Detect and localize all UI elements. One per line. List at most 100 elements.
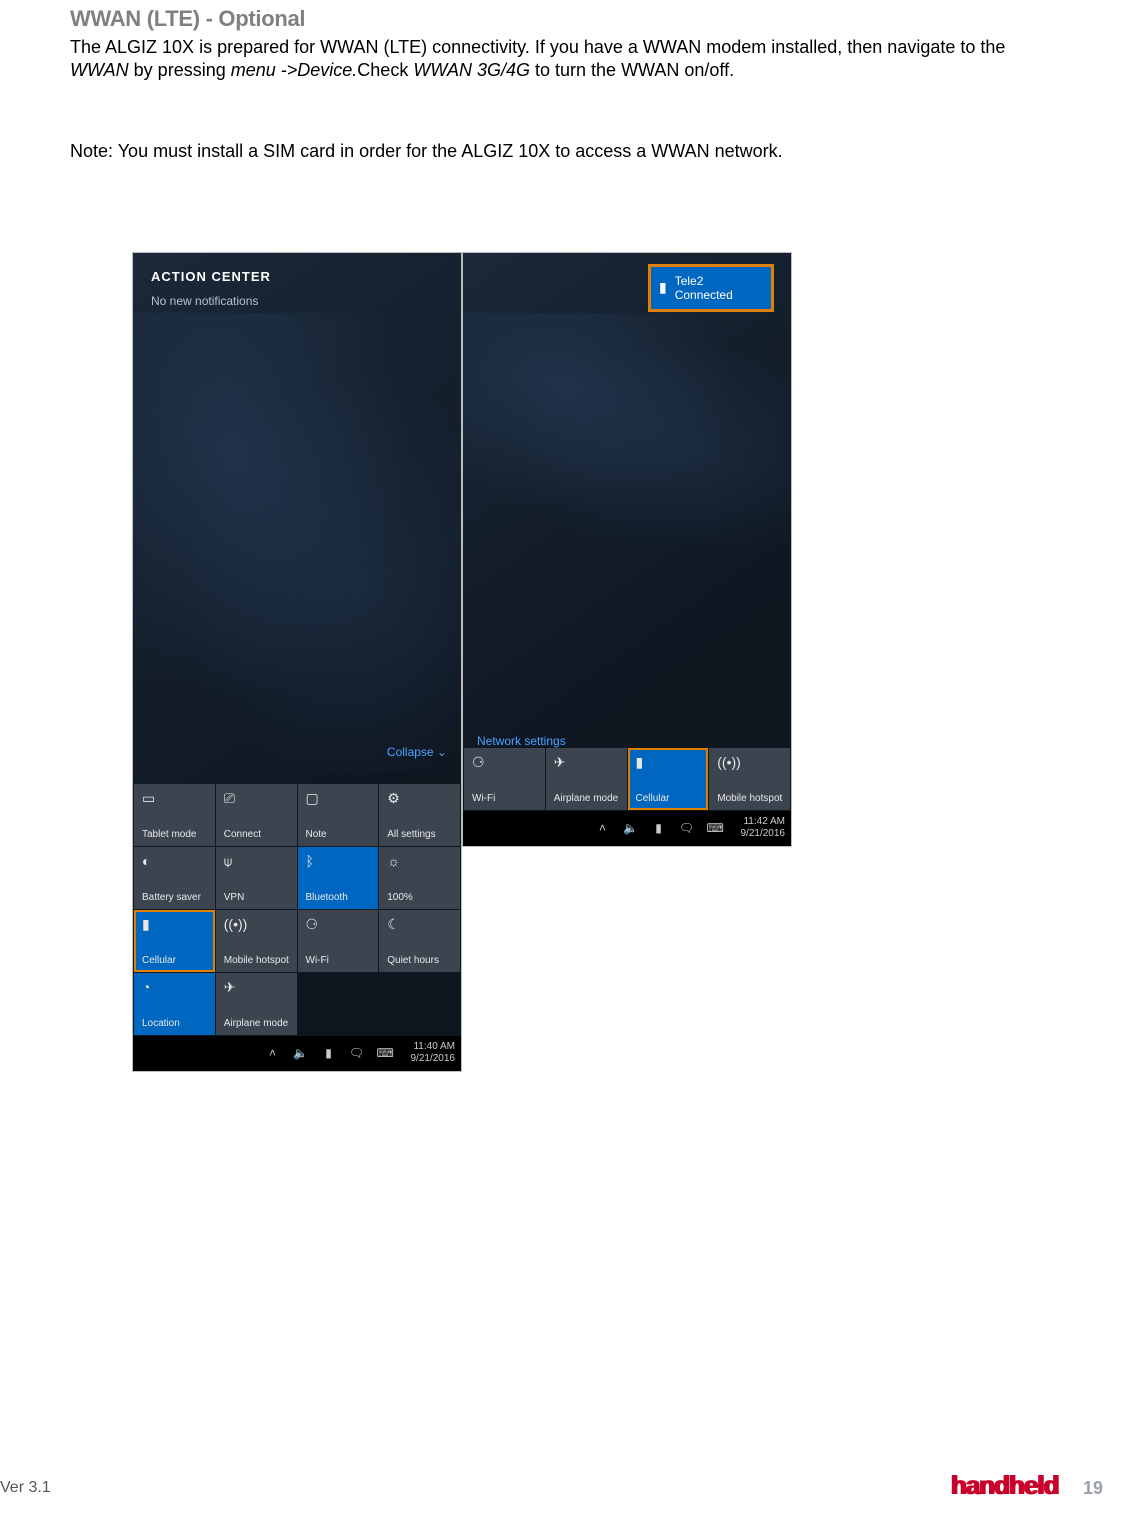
cellular-icon: ▮	[142, 916, 209, 934]
tile-label: Location	[142, 1018, 209, 1029]
battery-saver-icon: ◐	[142, 853, 209, 871]
carrier-name: Tele2	[675, 274, 733, 288]
tile-cellular[interactable]: ▮ Cellular	[628, 748, 709, 810]
clock[interactable]: 11:40 AM 9/21/2016	[411, 1041, 456, 1065]
tile-label: Battery saver	[142, 892, 209, 903]
brand-logo: handheld	[951, 1470, 1059, 1500]
network-settings-link[interactable]: Network settings	[477, 734, 566, 748]
mobile-hotspot-icon: ((•))	[717, 754, 784, 772]
text: by pressing	[129, 60, 231, 80]
action-center-title: ACTION CENTER	[133, 253, 461, 294]
connection-status: Connected	[675, 288, 733, 302]
tile-label: Cellular	[636, 793, 703, 804]
tray-notifications-icon[interactable]: 🗨	[679, 821, 695, 835]
tile-100-[interactable]: ☼ 100%	[379, 847, 460, 909]
tile-empty	[298, 973, 379, 1035]
tile-label: VPN	[224, 892, 291, 903]
wi-fi-icon: ⚆	[306, 916, 373, 934]
page-number: 19	[1083, 1478, 1103, 1498]
tile-label: Note	[306, 829, 373, 840]
clock[interactable]: 11:42 AM 9/21/2016	[741, 816, 786, 840]
tray-volume-icon[interactable]: 🔈	[623, 821, 639, 835]
taskbar-left: ˄ 🔈 ▮ 🗨 ⌨ 11:40 AM 9/21/2016	[133, 1036, 461, 1071]
tile-cellular[interactable]: ▮ Cellular	[134, 910, 215, 972]
wi-fi-icon: ⚆	[472, 754, 539, 772]
tray-volume-icon[interactable]: 🔈	[293, 1046, 309, 1060]
collapse-link[interactable]: Collapse ⌄	[387, 745, 447, 759]
network-flyout-panel: ▮ Tele2 Connected Network settings ⚆ Wi-F…	[462, 252, 792, 847]
network-quick-tiles: ⚆ Wi-Fi ✈ Airplane mode ▮ Cellular ((•)) Mobile…	[463, 747, 791, 811]
tile-label: Mobile hotspot	[224, 955, 291, 966]
tile-empty	[379, 973, 460, 1035]
tile-label: Quiet hours	[387, 955, 454, 966]
tile-all-settings[interactable]: ⚙ All settings	[379, 784, 460, 846]
all-settings-icon: ⚙	[387, 790, 454, 808]
body-paragraph: The ALGIZ 10X is prepared for WWAN (LTE)…	[70, 36, 1061, 83]
action-center-panel: ACTION CENTER No new notifications Colla…	[132, 252, 462, 1072]
taskbar-right: ˄ 🔈 ▮ 🗨 ⌨ 11:42 AM 9/21/2016	[463, 811, 791, 846]
connect-icon: ⎚	[224, 790, 291, 808]
tray-battery-icon[interactable]: ▮	[321, 1046, 337, 1060]
tile-label: Connect	[224, 829, 291, 840]
vpn-icon: ⍦	[224, 853, 291, 871]
figure-group: ACTION CENTER No new notifications Colla…	[132, 252, 1032, 1072]
tile-label: 100%	[387, 892, 454, 903]
quiet-hours-icon: ☾	[387, 916, 454, 934]
clock-time: 11:40 AM	[411, 1041, 456, 1053]
airplane-mode-icon: ✈	[554, 754, 621, 772]
tile-airplane-mode[interactable]: ✈ Airplane mode	[546, 748, 627, 810]
mobile-hotspot-icon: ((•))	[224, 916, 291, 934]
tile-wi-fi[interactable]: ⚆ Wi-Fi	[464, 748, 545, 810]
tray-chevron-icon[interactable]: ˄	[595, 821, 611, 835]
tray-chevron-icon[interactable]: ˄	[265, 1046, 281, 1060]
tile-label: Wi-Fi	[306, 955, 373, 966]
cellular-icon: ▮	[636, 754, 703, 772]
tray-battery-icon[interactable]: ▮	[651, 821, 667, 835]
clock-date: 9/21/2016	[411, 1053, 456, 1065]
text-emph: menu ->Device.	[231, 60, 358, 80]
text: to turn the WWAN on/off.	[530, 60, 734, 80]
network-status-callout[interactable]: ▮ Tele2 Connected	[651, 267, 771, 309]
tile-mobile-hotspot[interactable]: ((•)) Mobile hotspot	[709, 748, 790, 810]
tray-keyboard-icon[interactable]: ⌨	[707, 821, 723, 835]
tile-airplane-mode[interactable]: ✈ Airplane mode	[216, 973, 297, 1035]
tile-vpn[interactable]: ⍦ VPN	[216, 847, 297, 909]
bluetooth-icon: ᛒ	[306, 853, 373, 871]
airplane-mode-icon: ✈	[224, 979, 291, 997]
tile-wi-fi[interactable]: ⚆ Wi-Fi	[298, 910, 379, 972]
tile-bluetooth[interactable]: ᛒ Bluetooth	[298, 847, 379, 909]
text-emph: WWAN 3G/4G	[413, 60, 530, 80]
clock-date: 9/21/2016	[741, 828, 786, 840]
tile-connect[interactable]: ⎚ Connect	[216, 784, 297, 846]
note-icon: ▢	[306, 790, 373, 808]
tile-mobile-hotspot[interactable]: ((•)) Mobile hotspot	[216, 910, 297, 972]
section-heading: WWAN (LTE) - Optional	[70, 6, 1061, 32]
text-emph: WWAN	[70, 60, 129, 80]
signal-bars-icon: ▮	[659, 279, 667, 296]
quick-action-tiles: ▭ Tablet mode ⎚ Connect ▢ Note ⚙ All settings ◐ B…	[133, 783, 461, 1036]
tray-notifications-icon[interactable]: 🗨	[349, 1046, 365, 1060]
note-paragraph: Note: You must install a SIM card in ord…	[70, 141, 1061, 162]
location-icon: ◔	[142, 979, 209, 997]
tile-label: Bluetooth	[306, 892, 373, 903]
tile-label: Cellular	[142, 955, 209, 966]
tile-note[interactable]: ▢ Note	[298, 784, 379, 846]
tile-battery-saver[interactable]: ◐ Battery saver	[134, 847, 215, 909]
tile-label: Airplane mode	[554, 793, 621, 804]
100--icon: ☼	[387, 853, 454, 871]
tray-keyboard-icon[interactable]: ⌨	[377, 1046, 393, 1060]
tile-quiet-hours[interactable]: ☾ Quiet hours	[379, 910, 460, 972]
no-notifications-text: No new notifications	[133, 294, 461, 308]
text: Check	[357, 60, 413, 80]
tablet-mode-icon: ▭	[142, 790, 209, 808]
tile-location[interactable]: ◔ Location	[134, 973, 215, 1035]
clock-time: 11:42 AM	[741, 816, 786, 828]
tile-label: Airplane mode	[224, 1018, 291, 1029]
tile-label: All settings	[387, 829, 454, 840]
tile-label: Wi-Fi	[472, 793, 539, 804]
page-footer: handheld 19	[0, 1470, 1131, 1501]
tile-label: Tablet mode	[142, 829, 209, 840]
text: The ALGIZ 10X is prepared for WWAN (LTE)…	[70, 37, 1005, 57]
tile-label: Mobile hotspot	[717, 793, 784, 804]
tile-tablet-mode[interactable]: ▭ Tablet mode	[134, 784, 215, 846]
